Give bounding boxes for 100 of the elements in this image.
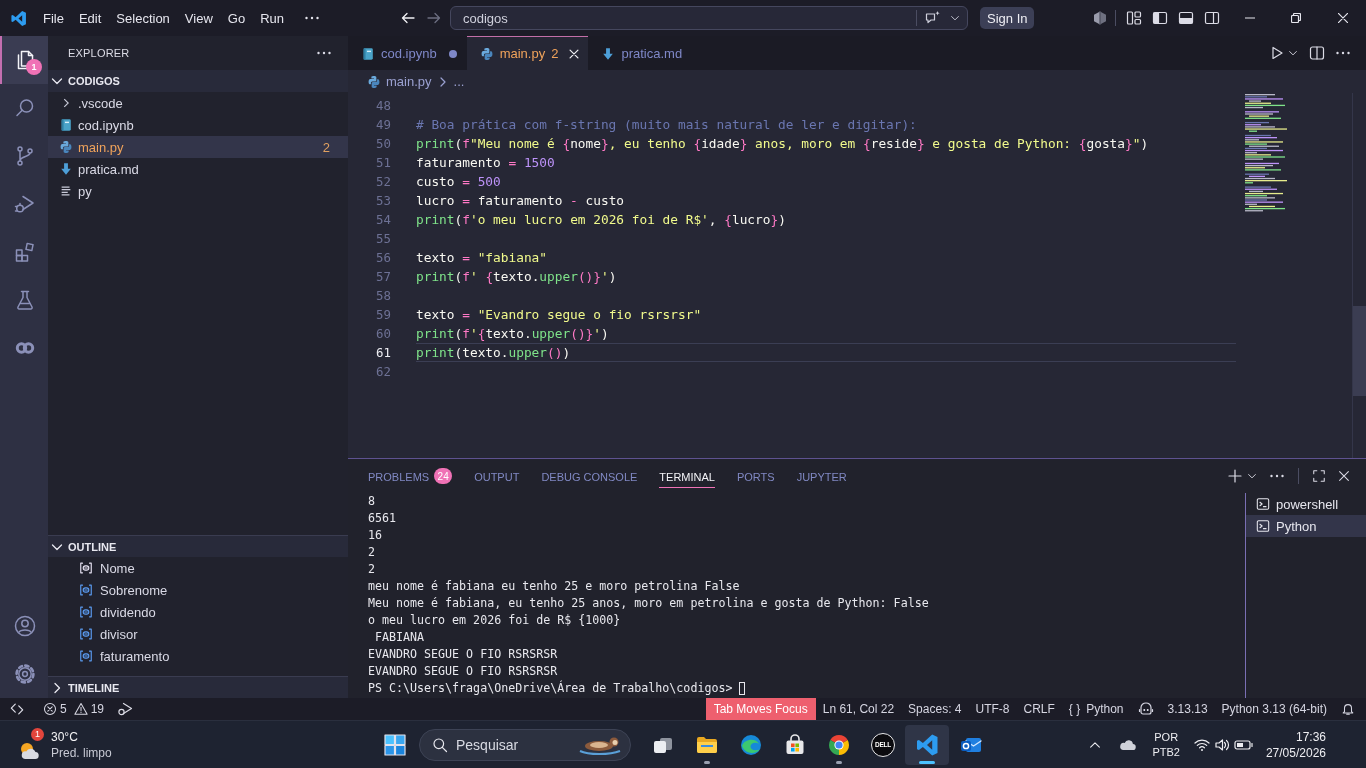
- notebook-icon: [59, 118, 73, 132]
- terminal-line: EVANDRO SEGUE O FIO RSRSRSR: [368, 663, 558, 680]
- status-item[interactable]: UTF-8: [968, 698, 1017, 720]
- outline-item[interactable]: faturamento: [48, 645, 348, 667]
- error-icon: [43, 702, 57, 716]
- menu-item[interactable]: View: [177, 7, 220, 29]
- menu-item[interactable]: Selection: [109, 7, 177, 29]
- keyboard-layout[interactable]: PTB2: [1152, 744, 1180, 760]
- clock-time[interactable]: 17:36: [1295, 728, 1326, 745]
- terminal-line: 6561: [368, 510, 397, 527]
- terminal-line: 8: [368, 493, 375, 510]
- tree-row[interactable]: main.py 2: [48, 136, 348, 158]
- section-header[interactable]: TIMELINE: [48, 676, 348, 698]
- scrollbar-thumb[interactable]: [1353, 306, 1366, 396]
- speaker-icon[interactable]: [1213, 736, 1230, 753]
- status-item[interactable]: Spaces: 4: [901, 698, 969, 720]
- line-number: 53: [375, 192, 391, 210]
- line-number: 48: [375, 97, 391, 115]
- panel-tab[interactable]: OUTPUT: [463, 459, 531, 493]
- python-file-icon: [479, 46, 494, 61]
- cube-icon[interactable]: [1092, 10, 1109, 26]
- tricolor-circle-icon: [827, 732, 851, 757]
- menu-item[interactable]: Run: [253, 7, 291, 29]
- problems-button[interactable]: 5 19: [36, 698, 112, 720]
- search-field[interactable]: Pesquisar: [456, 736, 570, 753]
- search-icon: [432, 736, 448, 753]
- outline-item[interactable]: divisor: [48, 623, 348, 645]
- right-panel-toggle-icon[interactable]: [1204, 10, 1221, 26]
- terminal-line: 16: [368, 527, 383, 544]
- count-badge: 1: [26, 59, 42, 75]
- editor-tab[interactable]: main.py 2: [466, 36, 589, 70]
- maximize-icon[interactable]: [1312, 469, 1326, 483]
- play-bug-icon[interactable]: [117, 701, 134, 717]
- menu-item[interactable]: Go: [220, 7, 253, 29]
- notebook-icon: [361, 46, 375, 61]
- menu-item[interactable]: Edit: [71, 7, 109, 29]
- panel-tab[interactable]: PROBLEMS 24: [357, 459, 464, 493]
- outline-item[interactable]: Nome: [48, 557, 348, 579]
- taskbar-app[interactable]: [905, 724, 949, 765]
- tree-row[interactable]: py: [48, 180, 348, 202]
- chat-sparkle-icon[interactable]: [925, 10, 941, 26]
- ribbon-logo-icon[interactable]: [10, 9, 27, 27]
- terminal-session[interactable]: powershell: [1246, 493, 1366, 515]
- keyboard-language[interactable]: POR: [1154, 729, 1179, 745]
- status-item[interactable]: Python 3.13 (64-bit): [1214, 698, 1334, 720]
- bottom-panel-toggle-icon[interactable]: [1178, 10, 1195, 26]
- section-header[interactable]: OUTLINE: [48, 535, 348, 557]
- left-panel-toggle-icon[interactable]: [1152, 10, 1169, 26]
- status-item[interactable]: 3.13.13: [1160, 698, 1215, 720]
- modified-dot-icon[interactable]: [447, 48, 458, 59]
- terminal-prompt: PS C:\Users\fraga\OneDrive\Área de Trabalho\codigos>: [368, 680, 733, 697]
- close-icon[interactable]: [1337, 13, 1348, 23]
- panel-tab[interactable]: DEBUG CONSOLE: [530, 459, 649, 493]
- split-editor-icon[interactable]: [1309, 45, 1325, 61]
- line-number: 52: [375, 173, 391, 191]
- clock-date[interactable]: 27/05/2026: [1265, 744, 1326, 761]
- shopping-bag-icon: [783, 732, 807, 757]
- run-icon[interactable]: [1269, 45, 1285, 61]
- terminal-line: meu nome é fabiana eu tenho 25 e moro petrolina False: [368, 578, 740, 595]
- tree-row[interactable]: .vscode: [48, 92, 348, 114]
- section-header[interactable]: CODIGOS: [48, 70, 348, 92]
- python-file-icon: [59, 140, 73, 154]
- sign-in-button[interactable]: Sign In: [980, 7, 1035, 29]
- panel-tab[interactable]: JUPYTER: [785, 459, 858, 493]
- terminal-icon: [1256, 519, 1270, 533]
- terminal-line: 2: [368, 544, 375, 561]
- panel-tab[interactable]: PORTS: [725, 459, 786, 493]
- line-number: 51: [375, 154, 391, 172]
- outline-item[interactable]: dividendo: [48, 601, 348, 623]
- search-bar[interactable]: Pesquisar: [419, 728, 631, 761]
- editor-tab[interactable]: pratica.md: [588, 36, 713, 70]
- code-line: print(f"Meu nome é {nome}, eu tenho {idade} anos, moro em {reside} e gosta de Python: {gosta}"): [416, 135, 1149, 152]
- line-number: 54: [375, 211, 391, 229]
- restore-icon[interactable]: [1291, 13, 1302, 23]
- terminal-line: o meu lucro em 2026 foi de R$ {1000}: [368, 612, 621, 629]
- command-center[interactable]: codigos: [450, 6, 968, 30]
- remote-icon[interactable]: [10, 702, 24, 716]
- language-button[interactable]: { } Python: [1061, 698, 1131, 720]
- status-item[interactable]: Ln 61, Col 22: [815, 698, 902, 720]
- breadcrumb-item[interactable]: main.py: [367, 74, 432, 89]
- menu-item[interactable]: File: [36, 7, 71, 29]
- sidebar-title: EXPLORER: [68, 47, 130, 59]
- editor-tab[interactable]: cod.ipynb: [348, 36, 467, 70]
- outline-item[interactable]: Sobrenome: [48, 579, 348, 601]
- status-item[interactable]: CRLF: [1016, 698, 1062, 720]
- breadcrumb-item[interactable]: ...: [453, 74, 465, 89]
- close-icon[interactable]: [1337, 469, 1351, 483]
- panel-tab[interactable]: TERMINAL: [648, 459, 726, 493]
- back-arrow-icon[interactable]: [400, 10, 416, 26]
- line-number: 61: [375, 344, 391, 362]
- lines-icon: [59, 184, 73, 198]
- layout-grid-icon[interactable]: [1126, 10, 1143, 26]
- bell-icon[interactable]: [1341, 702, 1355, 716]
- robot-face-icon[interactable]: [1137, 701, 1154, 717]
- start-icon[interactable]: [383, 732, 407, 757]
- tree-row[interactable]: cod.ipynb: [48, 114, 348, 136]
- plus-icon[interactable]: [1227, 468, 1243, 484]
- warning-icon: [73, 702, 88, 716]
- tree-row[interactable]: pratica.md: [48, 158, 348, 180]
- terminal-session[interactable]: Python: [1246, 515, 1366, 537]
